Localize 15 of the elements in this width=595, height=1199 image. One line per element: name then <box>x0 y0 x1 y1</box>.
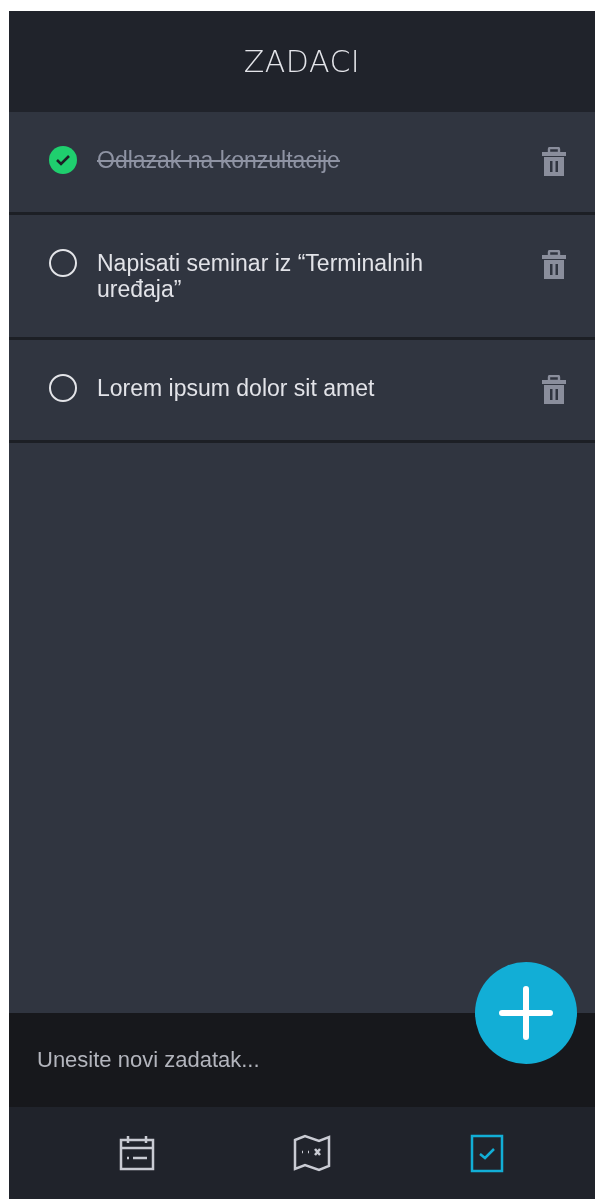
new-task-field[interactable]: Unesite novi zadatak... <box>35 1046 459 1074</box>
plus-icon <box>498 985 554 1041</box>
task-text: Napisati seminar iz “Terminalnih uređaja” <box>97 250 424 302</box>
trash-icon[interactable] <box>541 147 567 177</box>
task-checkbox[interactable] <box>49 249 77 277</box>
task-text: Lorem ipsum dolor sit amet <box>97 375 376 401</box>
task-text: Odlazak na konzultacije <box>97 147 341 173</box>
task-checkbox[interactable] <box>49 146 77 174</box>
trash-icon[interactable] <box>541 250 567 280</box>
trash-icon[interactable] <box>541 375 567 405</box>
check-icon <box>55 153 71 167</box>
screen-title: ZADACI <box>243 44 361 79</box>
task-checkbox[interactable] <box>49 374 77 402</box>
map-icon <box>292 1133 332 1173</box>
input-field-background[interactable]: Unesite novi zadatak... <box>9 1013 595 1107</box>
